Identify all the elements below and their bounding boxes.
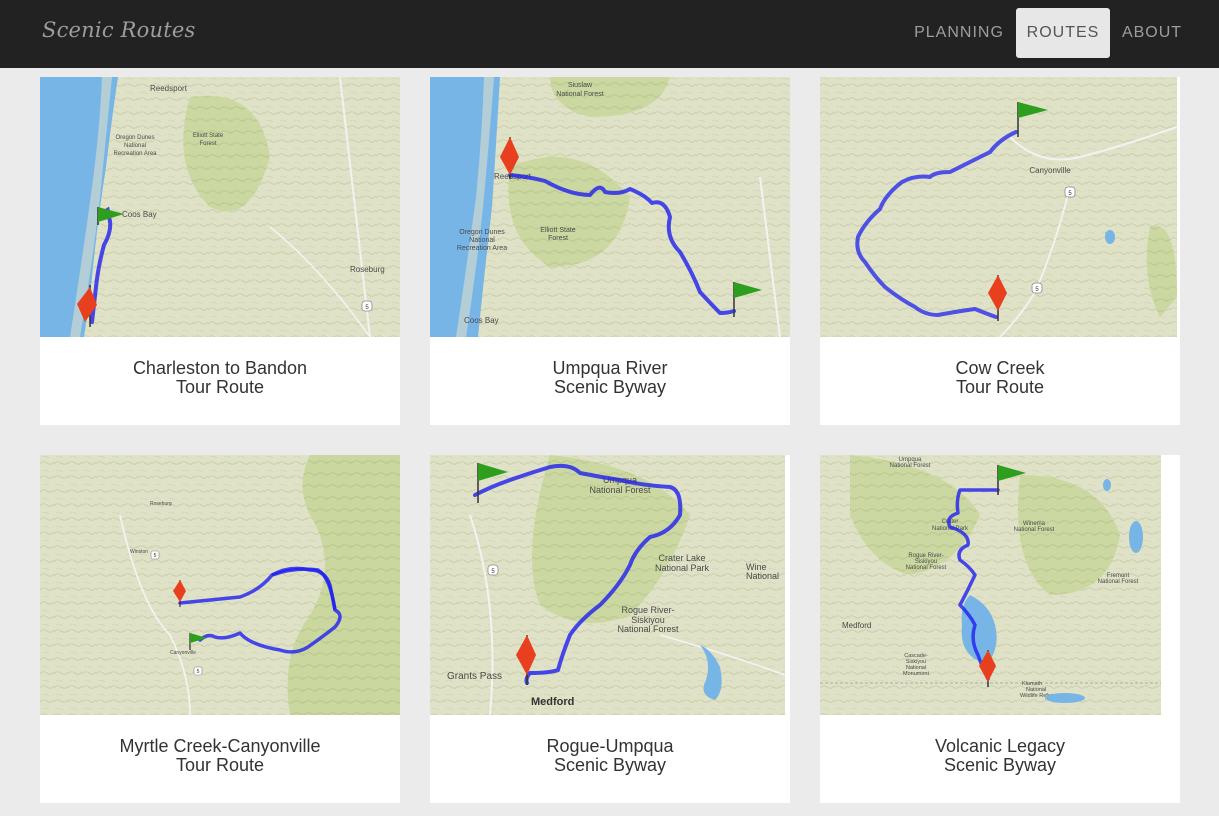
svg-text:Grants Pass: Grants Pass — [447, 671, 502, 682]
svg-text:Canyonville: Canyonville — [1029, 166, 1071, 175]
svg-text:5: 5 — [154, 553, 157, 559]
svg-text:Siuslaw: Siuslaw — [568, 82, 593, 89]
svg-text:National Forest: National Forest — [556, 91, 604, 98]
route-title[interactable]: Umpqua River Scenic Byway — [430, 359, 790, 397]
route-title[interactable]: Rogue-Umpqua Scenic Byway — [430, 737, 790, 775]
svg-text:National Forest: National Forest — [1098, 579, 1139, 585]
svg-text:Forest: Forest — [199, 141, 216, 147]
route-title-line1: Charleston to Bandon — [132, 358, 308, 378]
route-title-line2: Scenic Byway — [553, 377, 667, 397]
route-card-myrtle-creek[interactable]: Roseburg Winston Canyonville 5 5 Myrtle … — [40, 455, 400, 803]
svg-text:Winston: Winston — [130, 549, 148, 555]
route-title-line1: Myrtle Creek-Canyonville — [119, 736, 321, 756]
route-title-line2: Tour Route — [175, 755, 265, 775]
route-card-cow-creek[interactable]: Canyonville 5 5 Cow Creek Tour Route — [820, 77, 1180, 425]
route-title-line1: Volcanic Legacy — [934, 736, 1066, 756]
route-map[interactable]: Umpqua National Forest Crater Lake Natio… — [430, 455, 785, 715]
route-map[interactable]: Canyonville 5 5 — [820, 77, 1177, 337]
route-title[interactable]: Charleston to Bandon Tour Route — [40, 359, 400, 397]
svg-text:Crater Lake: Crater Lake — [658, 553, 705, 563]
svg-text:National Forest: National Forest — [589, 485, 651, 495]
svg-text:Reedsport: Reedsport — [150, 84, 188, 93]
svg-text:National: National — [746, 571, 779, 581]
route-title[interactable]: Myrtle Creek-Canyonville Tour Route — [40, 737, 400, 775]
svg-text:National Forest: National Forest — [617, 624, 679, 634]
svg-text:Medford: Medford — [842, 621, 871, 630]
route-map[interactable]: Roseburg Winston Canyonville 5 5 — [40, 455, 400, 715]
svg-text:Coos Bay: Coos Bay — [122, 210, 157, 219]
nav-routes[interactable]: ROUTES — [1016, 8, 1110, 58]
svg-text:Canyonville: Canyonville — [170, 650, 196, 656]
route-card-volcanic-legacy[interactable]: Umpqua National Forest Crater National P… — [820, 455, 1180, 803]
route-title[interactable]: Cow Creek Tour Route — [820, 359, 1180, 397]
svg-text:Roseburg: Roseburg — [350, 265, 385, 274]
svg-text:Elliott State: Elliott State — [193, 133, 224, 139]
svg-text:Recreation Area: Recreation Area — [457, 245, 507, 252]
svg-text:National Park: National Park — [655, 563, 710, 573]
route-map[interactable]: Siuslaw National Forest Reedsport Elliot… — [430, 77, 790, 337]
route-map[interactable]: Umpqua National Forest Crater National P… — [820, 455, 1161, 715]
brand-logo[interactable]: Scenic Routes — [42, 18, 195, 42]
svg-text:Rogue River-: Rogue River- — [621, 605, 674, 615]
route-title-line1: Umpqua River — [552, 358, 668, 378]
svg-text:Oregon Dunes: Oregon Dunes — [459, 229, 505, 236]
svg-text:National: National — [469, 237, 495, 244]
route-card-charleston-bandon[interactable]: Reedsport Oregon Dunes National Recreati… — [40, 77, 400, 425]
nav-planning[interactable]: PLANNING — [905, 8, 1013, 58]
route-title-line2: Tour Route — [955, 377, 1045, 397]
route-title-line2: Scenic Byway — [943, 755, 1057, 775]
svg-text:Monument: Monument — [903, 671, 929, 677]
svg-text:National Forest: National Forest — [906, 565, 947, 571]
route-title[interactable]: Volcanic Legacy Scenic Byway — [820, 737, 1180, 775]
svg-text:Elliott State: Elliott State — [540, 227, 576, 234]
svg-text:Coos Bay: Coos Bay — [464, 316, 499, 325]
svg-text:National Forest: National Forest — [1014, 527, 1055, 533]
route-title-line1: Cow Creek — [955, 358, 1045, 378]
route-title-line1: Rogue-Umpqua — [546, 736, 674, 756]
nav-about[interactable]: ABOUT — [1115, 8, 1189, 58]
route-card-umpqua-river[interactable]: Siuslaw National Forest Reedsport Elliot… — [430, 77, 790, 425]
svg-text:National: National — [124, 143, 146, 149]
svg-text:Roseburg: Roseburg — [150, 501, 172, 507]
svg-text:Forest: Forest — [548, 235, 568, 242]
svg-text:Oregon Dunes: Oregon Dunes — [115, 135, 154, 141]
svg-text:5: 5 — [197, 669, 200, 675]
route-card-rogue-umpqua[interactable]: Umpqua National Forest Crater Lake Natio… — [430, 455, 790, 803]
svg-text:Medford: Medford — [531, 696, 574, 708]
svg-text:National Forest: National Forest — [890, 463, 931, 469]
svg-text:Recreation Area: Recreation Area — [113, 151, 157, 157]
navbar: Scenic Routes PLANNING ROUTES ABOUT — [0, 0, 1219, 68]
route-title-line2: Tour Route — [175, 377, 265, 397]
route-title-line2: Scenic Byway — [553, 755, 667, 775]
route-map[interactable]: Reedsport Oregon Dunes National Recreati… — [40, 77, 400, 337]
